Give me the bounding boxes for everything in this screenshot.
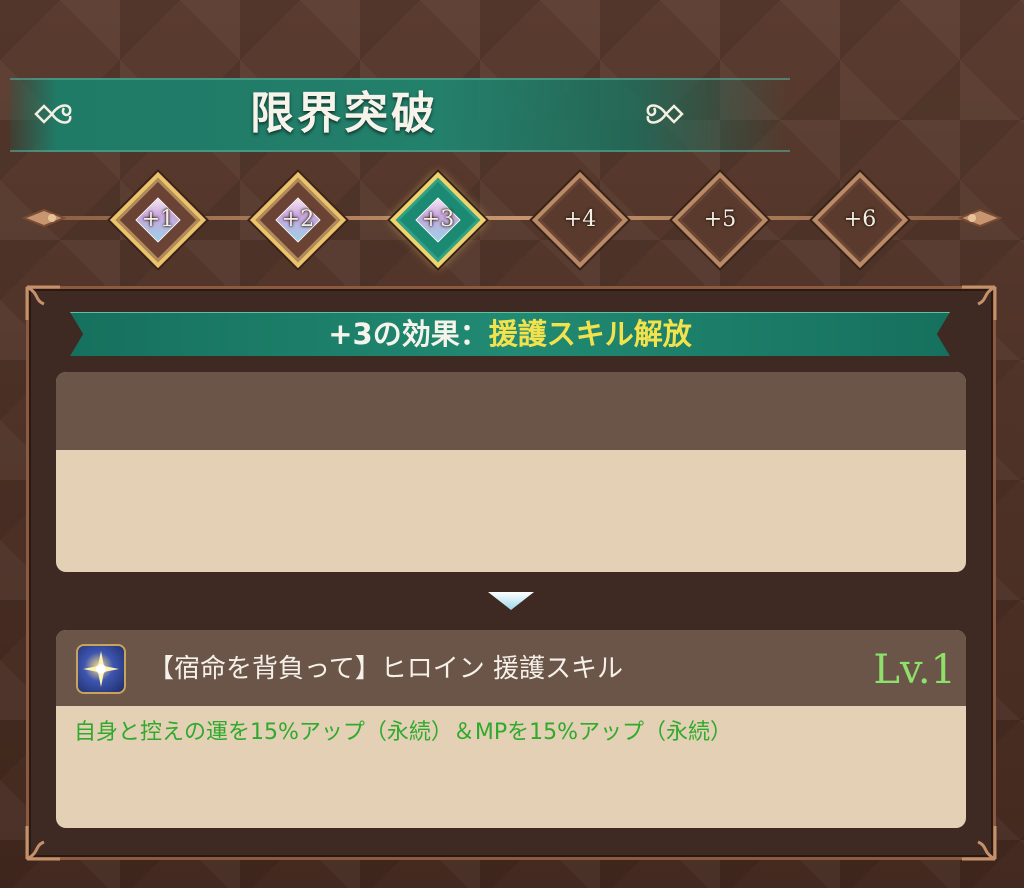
effect-heading: +3の効果：援護スキル解放	[70, 312, 950, 356]
star-burst-icon	[76, 644, 126, 694]
corner-ornament-icon	[24, 284, 64, 324]
step-label: +3	[421, 207, 455, 232]
previous-skill-header	[56, 372, 966, 450]
previous-skill-card	[56, 372, 966, 572]
step-label: +4	[563, 207, 597, 232]
effect-prefix: +3の効果：	[328, 317, 489, 351]
step-label: +6	[843, 207, 877, 232]
arrow-down-icon	[486, 590, 536, 612]
step-label: +1	[141, 207, 175, 232]
rail-end-right-icon	[957, 200, 1003, 236]
step-label: +5	[703, 207, 737, 232]
skill-level: Lv.1	[873, 647, 956, 693]
limit-break-step-3[interactable]: +3	[388, 170, 488, 270]
corner-ornament-icon	[24, 822, 64, 862]
limit-break-step-4[interactable]: +4	[530, 170, 630, 270]
limit-break-step-2[interactable]: +2	[248, 170, 348, 270]
skill-description: 自身と控えの運を15%アップ（永続）＆MPを15%アップ（永続）	[74, 720, 733, 745]
limit-break-step-6[interactable]: +6	[810, 170, 910, 270]
rail-end-left-icon	[21, 200, 67, 236]
page-title: 限界突破	[250, 88, 438, 139]
unlocked-skill-card[interactable]: 【宿命を背負って】ヒロイン 援護スキル Lv.1 自身と控えの運を15%アップ（…	[56, 630, 966, 828]
corner-ornament-icon	[958, 822, 998, 862]
limit-break-step-1[interactable]: +1	[108, 170, 208, 270]
step-label: +2	[281, 207, 315, 232]
limit-break-step-5[interactable]: +5	[670, 170, 770, 270]
ornament-right-icon	[640, 92, 688, 136]
ornament-left-icon	[30, 92, 78, 136]
skill-name: 【宿命を背負って】ヒロイン 援護スキル	[148, 654, 623, 684]
corner-ornament-icon	[958, 284, 998, 324]
effect-value: 援護スキル解放	[488, 317, 692, 351]
